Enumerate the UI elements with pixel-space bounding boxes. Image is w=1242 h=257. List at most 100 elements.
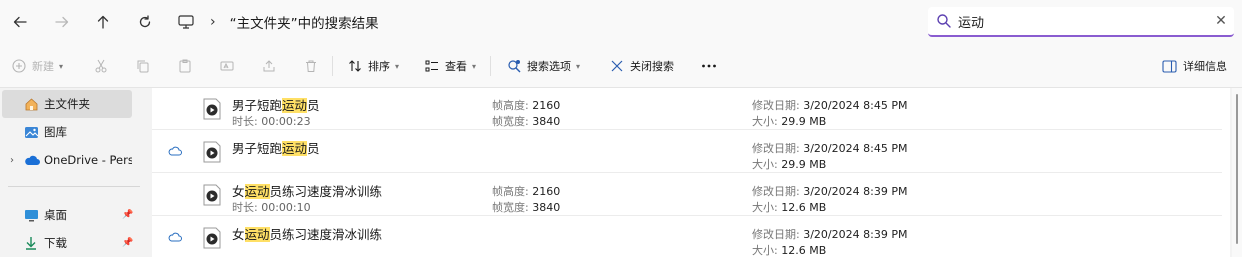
nav-item-desktop[interactable]: 桌面 📌 (2, 201, 133, 229)
modified-label: 修改日期: (752, 99, 800, 112)
desktop-icon (24, 207, 40, 223)
size-value: 29.9 MB (781, 158, 827, 171)
command-bar: 新建 ▾ 排序 ▾ 查看 ▾ 搜索选项 ▾ 关闭搜索 详细信息 (0, 44, 1242, 88)
close-icon[interactable]: ✕ (1208, 13, 1234, 29)
file-name[interactable]: 男子短跑运动员 (232, 95, 320, 114)
trash-icon (306, 60, 316, 72)
new-button[interactable]: 新建 ▾ (12, 56, 63, 76)
toolbar-divider (490, 56, 491, 76)
address-box[interactable]: › “主文件夹”中的搜索结果 (168, 7, 908, 37)
file-row[interactable]: 女运动员练习速度滑冰训练 时长: 00:00:10 帧高度: 2160 帧宽度: 38… (152, 174, 1222, 216)
frame-height: 帧高度: 2160 (492, 183, 560, 199)
modified-label: 修改日期: (752, 228, 800, 241)
arrow-up-icon (97, 15, 109, 29)
nav-item-onedrive[interactable]: › OneDrive - Persor (2, 146, 132, 174)
scrollbar-thumb[interactable] (1236, 94, 1238, 244)
search-match-highlight: 运动 (282, 98, 308, 113)
file-duration: 时长: 00:00:23 (232, 113, 311, 129)
cloud-icon (24, 152, 40, 168)
chevron-right-icon[interactable]: › (10, 155, 14, 166)
rename-icon (220, 61, 234, 71)
address-path[interactable]: “主文件夹”中的搜索结果 (230, 12, 379, 32)
sort-icon (349, 60, 361, 72)
modified-value: 3/20/2024 8:45 PM (803, 142, 908, 155)
details-pane-button[interactable]: 详细信息 (1162, 56, 1227, 76)
refresh-icon (139, 15, 151, 28)
forward-button[interactable] (50, 10, 74, 34)
pin-icon[interactable]: 📌 (122, 238, 133, 248)
home-icon (24, 96, 40, 112)
search-box[interactable]: 运动 ✕ (928, 7, 1234, 37)
frame-width-value: 3840 (532, 115, 561, 128)
modified-value: 3/20/2024 8:45 PM (803, 99, 908, 112)
modified-date: 修改日期: 3/20/2024 8:39 PM (752, 183, 907, 199)
clipboard-icon (179, 59, 191, 73)
size-label: 大小: (752, 244, 778, 257)
refresh-button[interactable] (133, 10, 157, 34)
scrollbar[interactable] (1232, 88, 1242, 257)
copy-button[interactable] (136, 56, 150, 76)
frame-width-value: 3840 (532, 201, 561, 214)
search-match-highlight: 运动 (244, 227, 270, 242)
search-input[interactable]: 运动 (958, 12, 1208, 31)
nav-item-gallery[interactable]: 图库 (2, 118, 132, 146)
rename-button[interactable] (220, 56, 234, 76)
nav-label-home: 主文件夹 (44, 97, 90, 111)
modified-label: 修改日期: (752, 185, 800, 198)
delete-button[interactable] (304, 56, 318, 76)
paste-button[interactable] (178, 56, 192, 76)
monitor-icon (178, 13, 196, 31)
copy-icon (137, 60, 149, 73)
view-button[interactable]: 查看 ▾ (425, 56, 476, 76)
details-label: 详细信息 (1183, 60, 1227, 73)
frame-height-value: 2160 (532, 99, 561, 112)
nav-item-downloads[interactable]: 下载 📌 (2, 229, 133, 257)
chevron-right-icon[interactable]: › (210, 14, 216, 30)
video-file-icon (203, 141, 221, 163)
toolbar-divider (332, 56, 333, 76)
search-match-highlight: 运动 (244, 184, 270, 199)
file-row[interactable]: 男子短跑运动员 修改日期: 3/20/2024 8:45 PM 大小: 29.9 M… (152, 131, 1222, 173)
file-name[interactable]: 女运动员练习速度滑冰训练 (232, 181, 382, 200)
close-search-button[interactable]: 关闭搜索 (610, 56, 674, 76)
video-file-icon (203, 227, 221, 249)
nav-label-desktop: 桌面 (44, 208, 67, 222)
modified-date: 修改日期: 3/20/2024 8:39 PM (752, 226, 907, 242)
size-value: 12.6 MB (781, 244, 827, 257)
file-size: 大小: 29.9 MB (752, 156, 826, 172)
sort-button[interactable]: 排序 ▾ (348, 56, 399, 76)
search-options-label: 搜索选项 (527, 60, 571, 73)
modified-date: 修改日期: 3/20/2024 8:45 PM (752, 140, 907, 156)
file-row[interactable]: 女运动员练习速度滑冰训练 修改日期: 3/20/2024 8:39 PM 大小: 1… (152, 217, 1222, 257)
search-options-button[interactable]: 搜索选项 ▾ (507, 56, 580, 76)
chevron-down-icon: ▾ (59, 61, 64, 71)
details-pane-icon (1162, 59, 1177, 73)
size-value: 29.9 MB (781, 115, 827, 128)
size-value: 12.6 MB (781, 201, 827, 214)
share-button[interactable] (262, 56, 276, 76)
size-label: 大小: (752, 158, 778, 171)
nav-item-home[interactable]: 主文件夹 (2, 90, 132, 118)
file-row[interactable]: 男子短跑运动员 时长: 00:00:23 帧高度: 2160 帧宽度: 3840 修改日… (152, 88, 1222, 130)
video-file-icon (203, 184, 221, 206)
file-name-prefix: 女 (232, 227, 245, 242)
search-match-highlight: 运动 (282, 141, 308, 156)
cut-button[interactable] (94, 56, 108, 76)
file-size: 大小: 29.9 MB (752, 113, 826, 129)
arrow-right-icon (55, 16, 69, 28)
frame-width: 帧宽度: 3840 (492, 199, 560, 215)
up-button[interactable] (91, 10, 115, 34)
nav-label-downloads: 下载 (44, 236, 67, 250)
pin-icon[interactable]: 📌 (122, 210, 133, 220)
more-options-button[interactable] (701, 56, 717, 76)
file-list: 男子短跑运动员 时长: 00:00:23 帧高度: 2160 帧宽度: 3840 修改日… (152, 88, 1230, 257)
file-name-suffix: 员 (307, 141, 320, 156)
chevron-down-icon: ▾ (395, 61, 400, 71)
frame-height-label: 帧高度: (492, 185, 529, 198)
nav-divider (8, 186, 140, 187)
gallery-icon (24, 124, 40, 140)
file-name[interactable]: 男子短跑运动员 (232, 138, 320, 157)
file-name[interactable]: 女运动员练习速度滑冰训练 (232, 224, 382, 243)
back-button[interactable] (8, 10, 32, 34)
sort-label: 排序 (368, 60, 390, 73)
